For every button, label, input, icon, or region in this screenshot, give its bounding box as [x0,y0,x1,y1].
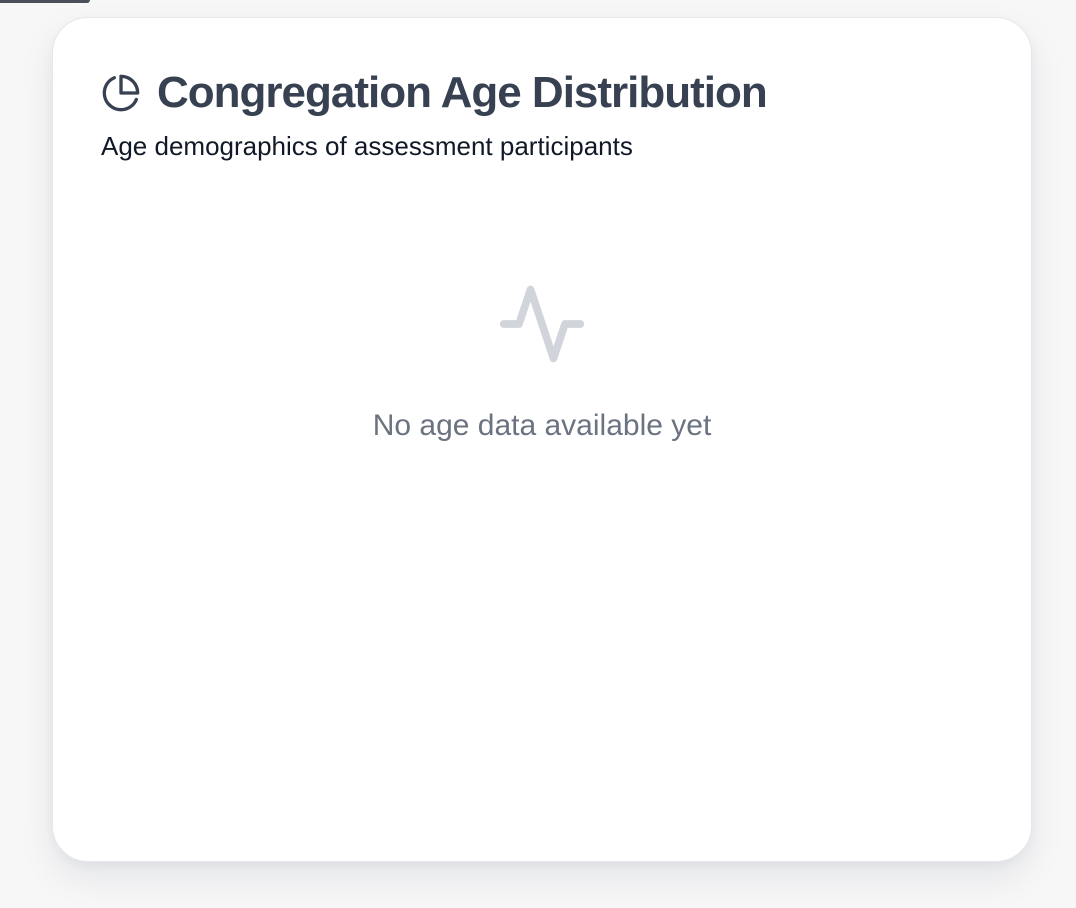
page: Congregation Age Distribution Age demogr… [0,0,1076,908]
pie-chart-icon [101,73,141,113]
card-subtitle: Age demographics of assessment participa… [101,131,633,161]
card-title: Congregation Age Distribution [157,68,768,117]
empty-state: No age data available yet [53,278,1031,444]
activity-icon [496,278,588,370]
title-row: Congregation Age Distribution [101,68,991,118]
age-distribution-card: Congregation Age Distribution Age demogr… [52,17,1032,862]
top-bar-fragment [0,0,90,3]
card-header: Congregation Age Distribution Age demogr… [101,68,991,162]
empty-state-message: No age data available yet [372,409,712,442]
